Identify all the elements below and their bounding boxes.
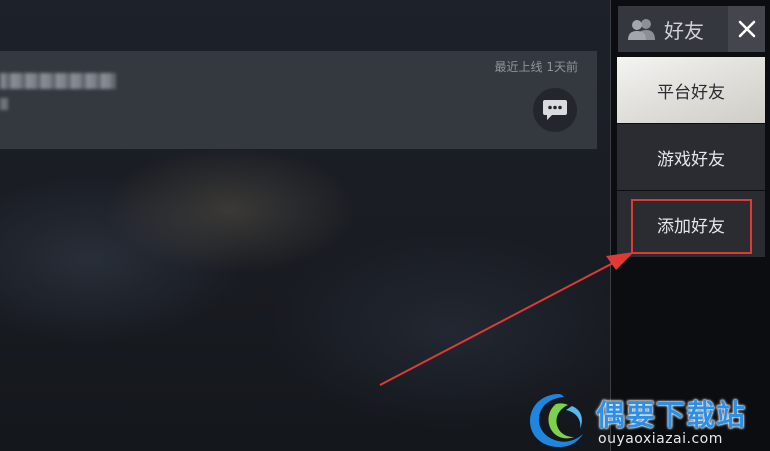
friends-panel: 好友 平台好友 游戏好友 添加好友 [610,0,770,451]
chat-bubble-icon [543,100,567,120]
close-button[interactable] [728,6,765,52]
watermark: 偶要下载站 ouyaoxiazai.com [526,388,770,451]
watermark-logo-icon [530,394,583,447]
tab-game-friends-label: 游戏好友 [657,149,725,170]
watermark-title: 偶要下载站 [596,398,747,432]
friends-icon [626,17,658,41]
blurred-friend-name [0,73,116,89]
friend-list-item[interactable]: 最近上线 1天前 [0,51,597,149]
blurred-friend-status [0,98,8,110]
tab-game-friends[interactable]: 游戏好友 [617,124,765,190]
watermark-domain: ouyaoxiazai.com [598,431,723,447]
chat-button[interactable] [533,88,577,132]
add-friend-button[interactable]: 添加好友 [617,191,765,257]
panel-title: 好友 [664,18,704,43]
last-online-text: 最近上线 1天前 [494,60,578,74]
tab-platform-friends[interactable]: 平台好友 [617,57,765,123]
tab-platform-friends-label: 平台好友 [657,82,725,103]
panel-header: 好友 [618,6,728,52]
add-friend-label: 添加好友 [657,216,725,237]
close-icon [738,20,755,38]
